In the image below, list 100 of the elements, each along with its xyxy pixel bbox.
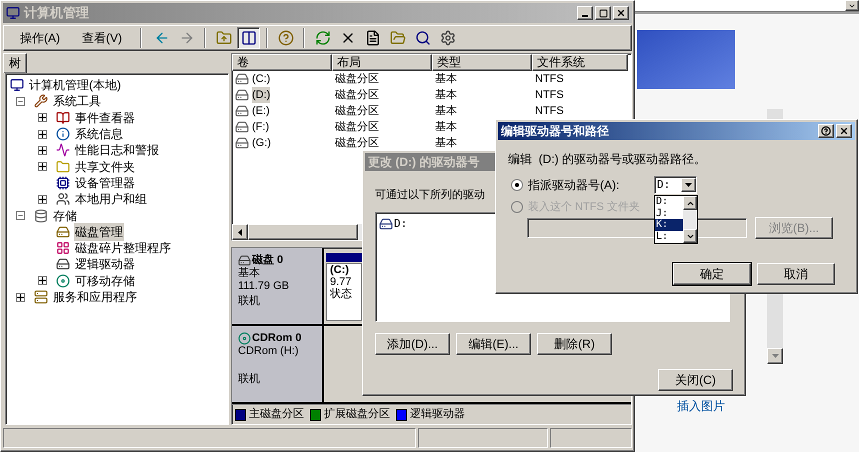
legend-label: 逻辑驱动器 bbox=[410, 407, 465, 422]
menu-item[interactable]: 查看(V) bbox=[72, 29, 132, 47]
column-header[interactable]: 类型 bbox=[432, 54, 532, 71]
collapse-box[interactable] bbox=[16, 96, 25, 106]
panes-icon[interactable] bbox=[240, 30, 256, 46]
table-cell[interactable]: (D:) bbox=[252, 86, 270, 104]
dialog-button[interactable]: 添加(D)... bbox=[375, 332, 450, 354]
tree-item[interactable]: 磁盘碎片整理程序 bbox=[74, 239, 172, 258]
table-cell[interactable]: (F:) bbox=[252, 118, 270, 136]
folder-icon bbox=[56, 160, 70, 174]
expand-box[interactable] bbox=[38, 113, 47, 122]
table-cell[interactable]: (C:) bbox=[252, 70, 270, 88]
plus-icon bbox=[39, 163, 46, 170]
dropdown-option[interactable]: L: bbox=[655, 230, 683, 242]
plus-icon bbox=[39, 114, 46, 122]
radio-button[interactable] bbox=[511, 179, 523, 191]
disk-type: CDRom (H:) bbox=[238, 345, 300, 358]
disk-status: 联机 bbox=[238, 373, 261, 386]
minimize-button[interactable] bbox=[577, 6, 593, 20]
tree-item[interactable]: 可移动存储 bbox=[74, 272, 136, 290]
table-cell-text: 磁盘分区 bbox=[335, 88, 379, 103]
refresh-icon[interactable] bbox=[314, 30, 330, 46]
tree-item[interactable]: 性能日志和警报 bbox=[74, 141, 160, 160]
cancel-button[interactable]: 取消 bbox=[757, 262, 835, 284]
dropdown-option[interactable]: D: bbox=[655, 196, 683, 208]
window-title: 计算机管理 bbox=[24, 4, 89, 22]
settings-icon[interactable] bbox=[440, 30, 456, 46]
table-cell-text: NTFS bbox=[535, 104, 564, 119]
back-icon[interactable] bbox=[154, 30, 170, 46]
forward-icon[interactable] bbox=[178, 30, 194, 46]
list-item[interactable]: D: bbox=[394, 216, 408, 232]
cpu-icon bbox=[56, 176, 70, 190]
table-cell-text: 磁盘分区 bbox=[335, 104, 379, 119]
table-cell-text: 基本 bbox=[435, 88, 457, 103]
folder-up-icon[interactable] bbox=[216, 30, 232, 46]
combo-field[interactable] bbox=[635, 0, 859, 12]
tree-item[interactable]: 服务和应用程序 bbox=[52, 288, 138, 306]
drive-icon bbox=[235, 120, 249, 134]
column-header[interactable]: 布局 bbox=[332, 54, 432, 71]
expand-box[interactable] bbox=[38, 194, 47, 204]
table-cell-text: NTFS bbox=[535, 88, 564, 103]
expand-box[interactable] bbox=[38, 276, 47, 286]
column-header[interactable]: 卷 bbox=[232, 54, 332, 71]
dropdown-option[interactable]: J: bbox=[655, 208, 683, 219]
collapse-box[interactable] bbox=[16, 211, 25, 220]
minimize-icon bbox=[582, 15, 588, 17]
plus-icon bbox=[39, 196, 46, 203]
help-icon bbox=[821, 126, 831, 136]
expand-box[interactable] bbox=[38, 130, 47, 139]
scrollbar-thumb[interactable] bbox=[248, 224, 358, 240]
table-cell-text: 磁盘分区 bbox=[335, 136, 379, 151]
drive-icon bbox=[379, 216, 393, 231]
tree-item[interactable]: 逻辑驱动器 bbox=[74, 255, 136, 274]
column-header[interactable]: 文件系统 bbox=[532, 54, 628, 71]
plus-icon bbox=[39, 277, 46, 284]
server-icon bbox=[34, 290, 48, 304]
tree-item[interactable]: 计算机管理(本地) bbox=[28, 76, 122, 94]
table-cell[interactable]: (E:) bbox=[252, 102, 270, 120]
dialog-text: 可通过以下所列的驱动 bbox=[375, 188, 485, 203]
tree-tab[interactable]: 树 bbox=[3, 53, 27, 73]
partition-bar bbox=[326, 253, 362, 262]
wrench-icon bbox=[34, 94, 48, 108]
close-dialog-button[interactable]: 关闭(C) bbox=[658, 368, 733, 390]
dialog-button[interactable]: 编辑(E)... bbox=[456, 332, 531, 354]
dropdown-option[interactable]: K: bbox=[655, 219, 683, 230]
vertical-scrollbar[interactable] bbox=[683, 196, 697, 243]
menu-item[interactable]: 操作(A) bbox=[10, 29, 70, 47]
disk-size: 111.79 GB bbox=[238, 280, 290, 293]
help-button[interactable] bbox=[818, 124, 834, 138]
folder-icon[interactable] bbox=[390, 30, 406, 46]
hard-drive-icon bbox=[56, 224, 70, 239]
disk-name: 磁盘 0 bbox=[252, 254, 284, 267]
help-icon[interactable] bbox=[278, 30, 294, 46]
insert-image-link[interactable]: 插入图片 bbox=[677, 397, 725, 415]
close-button[interactable] bbox=[613, 6, 629, 20]
tree-item[interactable]: 设备管理器 bbox=[74, 174, 136, 192]
tree-item[interactable]: 磁盘管理 bbox=[74, 222, 124, 241]
disc-icon bbox=[56, 274, 70, 288]
drive-icon bbox=[235, 88, 249, 102]
tree-item[interactable]: 系统工具 bbox=[52, 92, 102, 110]
close-button[interactable] bbox=[836, 124, 852, 138]
tree-item[interactable]: 共享文件夹 bbox=[74, 158, 136, 176]
tree-item[interactable]: 系统信息 bbox=[74, 125, 124, 144]
table-cell[interactable]: (G:) bbox=[252, 134, 271, 152]
expand-box[interactable] bbox=[38, 146, 47, 155]
drive-icon bbox=[235, 104, 249, 118]
properties-icon[interactable] bbox=[364, 30, 380, 46]
tree-item[interactable]: 本地用户和组 bbox=[74, 190, 148, 208]
dialog-title: 编辑驱动器号和路径 bbox=[501, 123, 609, 140]
search-icon[interactable] bbox=[414, 30, 430, 46]
maximize-button[interactable] bbox=[595, 6, 611, 20]
expand-box[interactable] bbox=[16, 292, 25, 302]
drive-letter-select[interactable]: D: bbox=[654, 176, 697, 194]
radio-label[interactable]: 指派驱动器号(A): bbox=[528, 176, 620, 194]
grid-icon bbox=[56, 241, 70, 256]
ok-button[interactable]: 确定 bbox=[673, 262, 751, 284]
tree-item[interactable]: 事件查看器 bbox=[74, 108, 136, 127]
dialog-button[interactable]: 删除(R) bbox=[537, 332, 612, 354]
expand-box[interactable] bbox=[38, 162, 47, 172]
tree-item[interactable]: 存储 bbox=[52, 206, 78, 225]
